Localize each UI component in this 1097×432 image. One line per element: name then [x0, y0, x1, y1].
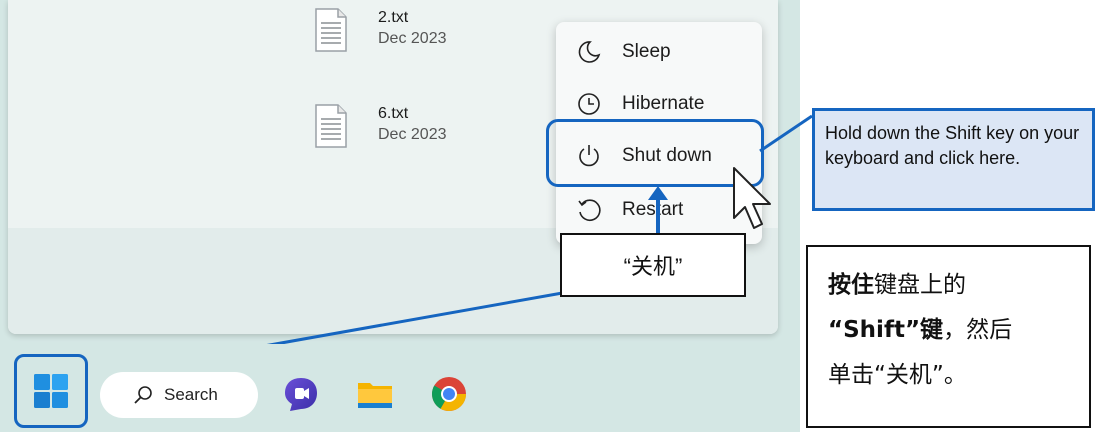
- taskbar-search-box[interactable]: Search: [100, 372, 258, 418]
- search-icon: [134, 386, 152, 404]
- callout-cn-bold-2: “Shift”键: [828, 317, 944, 343]
- shutdown-label-cn: “关机”: [560, 233, 746, 297]
- callout-cn-text-2: ，然后: [943, 317, 1013, 343]
- windows-logo-icon: [34, 374, 68, 408]
- chrome-icon[interactable]: [430, 375, 468, 413]
- callout-cn-text-3: 单击“关机”。: [828, 362, 967, 388]
- up-arrow-head: [648, 186, 668, 200]
- mouse-cursor-icon: [733, 167, 771, 229]
- callout-cn-bold-1: 按住: [828, 272, 874, 298]
- file-explorer-icon[interactable]: [356, 375, 394, 413]
- callout-connector-line: [759, 114, 813, 153]
- callout-cn-text-1: 键盘上的: [874, 272, 966, 298]
- copilot-icon[interactable]: [282, 375, 320, 413]
- instruction-callout-chinese: 按住键盘上的 “Shift”键，然后 单击“关机”。: [806, 245, 1091, 428]
- start-button[interactable]: [14, 354, 88, 428]
- search-label: Search: [164, 385, 218, 404]
- instruction-callout-english: Hold down the Shift key on your keyboard…: [812, 108, 1095, 211]
